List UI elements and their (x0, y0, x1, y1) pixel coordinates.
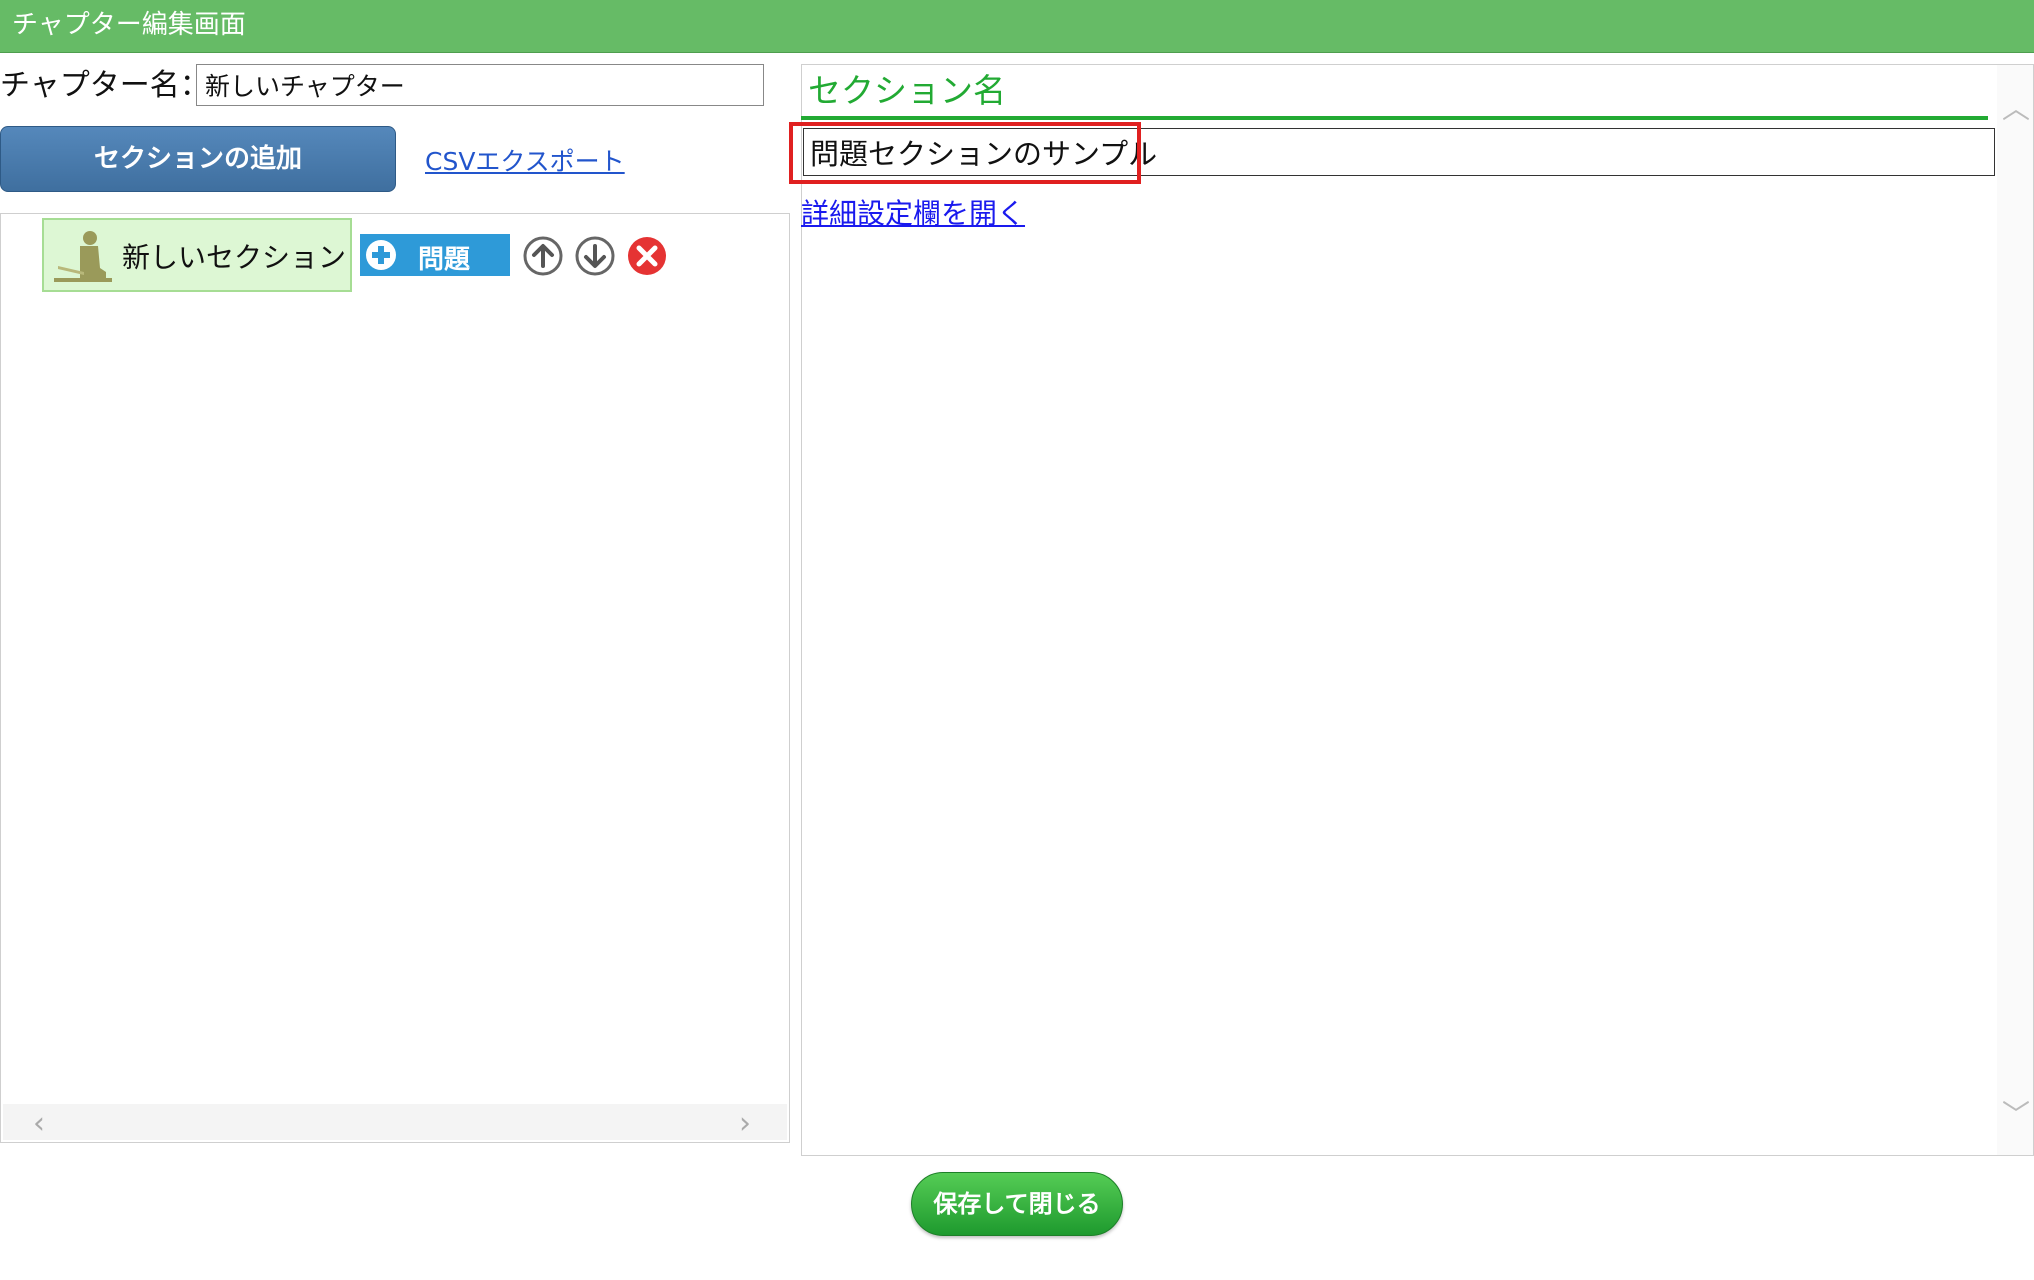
open-details-link[interactable]: 詳細設定欄を開く (801, 192, 1025, 232)
save-and-close-button[interactable]: 保存して閉じる (911, 1172, 1123, 1236)
plus-icon (366, 240, 396, 270)
highlight-annotation (789, 122, 1141, 184)
scroll-down-icon[interactable]: ﹀ (2002, 1093, 2030, 1133)
heading-underline (801, 116, 1988, 120)
section-tree-panel: ‹ › (0, 213, 790, 1143)
window-title: チャプター編集画面 (0, 0, 2034, 53)
scroll-left-icon[interactable]: ‹ (33, 1106, 45, 1141)
chapter-name-input[interactable] (196, 64, 764, 106)
person-desk-icon (54, 231, 112, 282)
chapter-name-label: チャプター名： (0, 68, 210, 103)
tree-section-node[interactable]: 新しいセクション (42, 218, 352, 292)
move-down-icon[interactable] (574, 235, 616, 277)
add-section-button[interactable]: セクションの追加 (0, 126, 396, 192)
section-node-label: 新しいセクション (122, 241, 347, 274)
move-up-icon[interactable] (522, 235, 564, 277)
horizontal-scrollbar[interactable]: ‹ › (3, 1104, 787, 1141)
delete-icon[interactable] (626, 235, 668, 277)
section-name-heading: セクション名 (808, 71, 1006, 110)
scroll-up-icon[interactable]: ︿ (2002, 87, 2030, 127)
scroll-right-icon[interactable]: › (739, 1106, 751, 1141)
add-question-button[interactable]: 問題 (360, 234, 510, 276)
add-question-label: 問題 (418, 245, 471, 275)
csv-export-link[interactable]: CSVエクスポート (425, 142, 625, 178)
vertical-scrollbar[interactable]: ︿ ﹀ (1997, 65, 2033, 1155)
